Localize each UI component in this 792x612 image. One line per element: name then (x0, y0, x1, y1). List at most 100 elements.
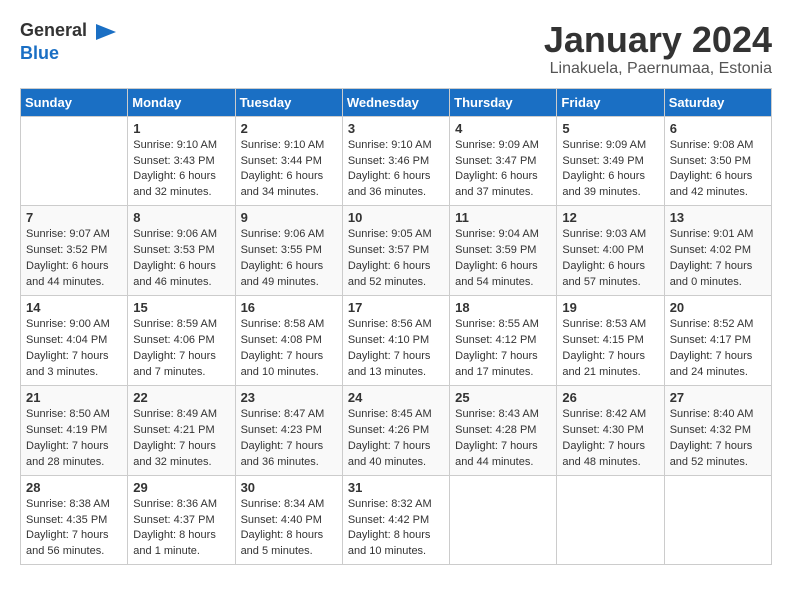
calendar-cell (450, 475, 557, 565)
cell-info: Sunrise: 8:47 AMSunset: 4:23 PMDaylight:… (241, 407, 337, 471)
cell-info: Sunrise: 9:10 AMSunset: 3:46 PMDaylight:… (348, 138, 444, 202)
day-number: 15 (133, 300, 229, 315)
day-number: 16 (241, 300, 337, 315)
cell-info: Sunrise: 8:38 AMSunset: 4:35 PMDaylight:… (26, 497, 122, 561)
cell-info: Sunrise: 9:05 AMSunset: 3:57 PMDaylight:… (348, 227, 444, 291)
day-number: 24 (348, 390, 444, 405)
day-number: 28 (26, 480, 122, 495)
logo-general: General (20, 20, 87, 40)
logo-text: General (20, 20, 118, 44)
calendar-cell: 31 Sunrise: 8:32 AMSunset: 4:42 PMDayligh… (342, 475, 449, 565)
day-number: 13 (670, 210, 766, 225)
cell-info: Sunrise: 8:36 AMSunset: 4:37 PMDaylight:… (133, 497, 229, 561)
calendar-cell: 10 Sunrise: 9:05 AMSunset: 3:57 PMDayligh… (342, 206, 449, 296)
weekday-header-monday: Monday (128, 88, 235, 116)
calendar-cell: 9 Sunrise: 9:06 AMSunset: 3:55 PMDaylight… (235, 206, 342, 296)
calendar-cell (557, 475, 664, 565)
weekday-header-wednesday: Wednesday (342, 88, 449, 116)
cell-info: Sunrise: 8:56 AMSunset: 4:10 PMDaylight:… (348, 317, 444, 381)
calendar-cell: 29 Sunrise: 8:36 AMSunset: 4:37 PMDayligh… (128, 475, 235, 565)
cell-info: Sunrise: 8:53 AMSunset: 4:15 PMDaylight:… (562, 317, 658, 381)
cell-info: Sunrise: 8:58 AMSunset: 4:08 PMDaylight:… (241, 317, 337, 381)
calendar-week-row: 28 Sunrise: 8:38 AMSunset: 4:35 PMDayligh… (21, 475, 772, 565)
cell-info: Sunrise: 9:09 AMSunset: 3:49 PMDaylight:… (562, 138, 658, 202)
logo-icon (94, 20, 118, 44)
cell-info: Sunrise: 8:52 AMSunset: 4:17 PMDaylight:… (670, 317, 766, 381)
day-number: 22 (133, 390, 229, 405)
weekday-header-tuesday: Tuesday (235, 88, 342, 116)
cell-info: Sunrise: 9:06 AMSunset: 3:55 PMDaylight:… (241, 227, 337, 291)
calendar-cell: 22 Sunrise: 8:49 AMSunset: 4:21 PMDayligh… (128, 385, 235, 475)
calendar-cell: 6 Sunrise: 9:08 AMSunset: 3:50 PMDaylight… (664, 116, 771, 206)
weekday-header-sunday: Sunday (21, 88, 128, 116)
calendar-cell: 1Sunrise: 9:10 AMSunset: 3:43 PMDaylight… (128, 116, 235, 206)
calendar-cell: 30 Sunrise: 8:34 AMSunset: 4:40 PMDayligh… (235, 475, 342, 565)
day-number: 23 (241, 390, 337, 405)
day-number: 8 (133, 210, 229, 225)
calendar-cell: 16 Sunrise: 8:58 AMSunset: 4:08 PMDayligh… (235, 296, 342, 386)
calendar-header-row: SundayMondayTuesdayWednesdayThursdayFrid… (21, 88, 772, 116)
calendar-cell: 4Sunrise: 9:09 AMSunset: 3:47 PMDaylight… (450, 116, 557, 206)
cell-info: Sunrise: 8:50 AMSunset: 4:19 PMDaylight:… (26, 407, 122, 471)
day-number: 3 (348, 121, 444, 136)
page-header: General Blue January 2024 Linakuela, Pae… (20, 20, 772, 78)
calendar-week-row: 1Sunrise: 9:10 AMSunset: 3:43 PMDaylight… (21, 116, 772, 206)
calendar-cell: 19Sunrise: 8:53 AMSunset: 4:15 PMDayligh… (557, 296, 664, 386)
cell-info: Sunrise: 9:00 AMSunset: 4:04 PMDaylight:… (26, 317, 122, 381)
cell-info: Sunrise: 9:08 AMSunset: 3:50 PMDaylight:… (670, 138, 766, 202)
cell-info: Sunrise: 8:55 AMSunset: 4:12 PMDaylight:… (455, 317, 551, 381)
calendar-cell: 8Sunrise: 9:06 AMSunset: 3:53 PMDaylight… (128, 206, 235, 296)
cell-info: Sunrise: 8:49 AMSunset: 4:21 PMDaylight:… (133, 407, 229, 471)
calendar-cell: 28 Sunrise: 8:38 AMSunset: 4:35 PMDayligh… (21, 475, 128, 565)
calendar-body: 1Sunrise: 9:10 AMSunset: 3:43 PMDaylight… (21, 116, 772, 565)
day-number: 14 (26, 300, 122, 315)
day-number: 31 (348, 480, 444, 495)
calendar-cell: 26 Sunrise: 8:42 AMSunset: 4:30 PMDayligh… (557, 385, 664, 475)
calendar-cell: 23 Sunrise: 8:47 AMSunset: 4:23 PMDayligh… (235, 385, 342, 475)
cell-info: Sunrise: 8:34 AMSunset: 4:40 PMDaylight:… (241, 497, 337, 561)
cell-info: Sunrise: 8:42 AMSunset: 4:30 PMDaylight:… (562, 407, 658, 471)
day-number: 6 (670, 121, 766, 136)
cell-info: Sunrise: 9:07 AMSunset: 3:52 PMDaylight:… (26, 227, 122, 291)
weekday-header-saturday: Saturday (664, 88, 771, 116)
day-number: 25 (455, 390, 551, 405)
calendar-cell: 11Sunrise: 9:04 AMSunset: 3:59 PMDayligh… (450, 206, 557, 296)
day-number: 27 (670, 390, 766, 405)
day-number: 7 (26, 210, 122, 225)
day-number: 30 (241, 480, 337, 495)
cell-info: Sunrise: 9:09 AMSunset: 3:47 PMDaylight:… (455, 138, 551, 202)
day-number: 20 (670, 300, 766, 315)
calendar-week-row: 14 Sunrise: 9:00 AMSunset: 4:04 PMDayligh… (21, 296, 772, 386)
cell-info: Sunrise: 8:45 AMSunset: 4:26 PMDaylight:… (348, 407, 444, 471)
calendar-cell: 21 Sunrise: 8:50 AMSunset: 4:19 PMDayligh… (21, 385, 128, 475)
cell-info: Sunrise: 9:01 AMSunset: 4:02 PMDaylight:… (670, 227, 766, 291)
logo: General Blue (20, 20, 118, 62)
day-number: 26 (562, 390, 658, 405)
calendar-cell: 17 Sunrise: 8:56 AMSunset: 4:10 PMDayligh… (342, 296, 449, 386)
calendar-cell: 15 Sunrise: 8:59 AMSunset: 4:06 PMDayligh… (128, 296, 235, 386)
calendar-cell: 24 Sunrise: 8:45 AMSunset: 4:26 PMDayligh… (342, 385, 449, 475)
calendar-cell (664, 475, 771, 565)
calendar-week-row: 21 Sunrise: 8:50 AMSunset: 4:19 PMDayligh… (21, 385, 772, 475)
calendar-cell: 14 Sunrise: 9:00 AMSunset: 4:04 PMDayligh… (21, 296, 128, 386)
cell-info: Sunrise: 9:10 AMSunset: 3:44 PMDaylight:… (241, 138, 337, 202)
calendar-cell: 20 Sunrise: 8:52 AMSunset: 4:17 PMDayligh… (664, 296, 771, 386)
day-number: 18 (455, 300, 551, 315)
cell-info: Sunrise: 8:32 AMSunset: 4:42 PMDaylight:… (348, 497, 444, 561)
calendar-table: SundayMondayTuesdayWednesdayThursdayFrid… (20, 88, 772, 566)
day-number: 1 (133, 121, 229, 136)
calendar-week-row: 7 Sunrise: 9:07 AMSunset: 3:52 PMDaylight… (21, 206, 772, 296)
cell-info: Sunrise: 8:59 AMSunset: 4:06 PMDaylight:… (133, 317, 229, 381)
weekday-header-friday: Friday (557, 88, 664, 116)
day-number: 10 (348, 210, 444, 225)
day-number: 9 (241, 210, 337, 225)
calendar-cell: 2Sunrise: 9:10 AMSunset: 3:44 PMDaylight… (235, 116, 342, 206)
day-number: 17 (348, 300, 444, 315)
day-number: 29 (133, 480, 229, 495)
cell-info: Sunrise: 8:40 AMSunset: 4:32 PMDaylight:… (670, 407, 766, 471)
month-title: January 2024 (544, 20, 772, 60)
day-number: 21 (26, 390, 122, 405)
logo-blue: Blue (20, 44, 118, 62)
calendar-cell: 25Sunrise: 8:43 AMSunset: 4:28 PMDayligh… (450, 385, 557, 475)
title-block: January 2024 Linakuela, Paernumaa, Eston… (544, 20, 772, 78)
